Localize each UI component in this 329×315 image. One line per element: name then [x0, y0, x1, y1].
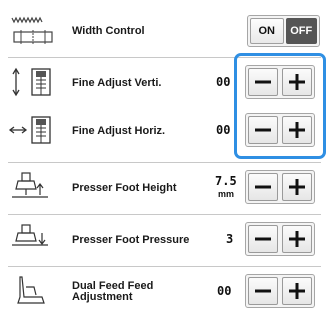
toggle-off-button[interactable]: OFF [285, 18, 317, 44]
presser-foot-height-row: Presser Foot Height 7.5 mm [0, 165, 329, 209]
presser-foot-height-stepper [245, 170, 315, 204]
presser-foot-pressure-value: 3 [226, 232, 234, 246]
width-control-row: Width Control ON OFF [0, 8, 329, 52]
minus-icon [255, 185, 271, 189]
width-control-toggle[interactable]: ON OFF [247, 15, 320, 47]
presser-foot-height-value: 7.5 [215, 174, 237, 188]
increase-button[interactable] [282, 277, 312, 305]
presser-foot-height-icon [12, 172, 48, 198]
presser-foot-height-label: Presser Foot Height [72, 182, 177, 194]
fine-adjust-horizontal-label: Fine Adjust Horiz. [72, 125, 166, 137]
presser-foot-pressure-row: Presser Foot Pressure 3 [0, 217, 329, 261]
dual-feed-label-line2: Adjustment [72, 291, 133, 303]
minus-icon [255, 289, 271, 293]
width-control-icon [11, 16, 53, 44]
fine-adjust-highlight [234, 53, 326, 159]
increase-button[interactable] [282, 173, 312, 201]
presser-foot-pressure-label: Presser Foot Pressure [72, 234, 190, 246]
toggle-on-button[interactable]: ON [250, 18, 284, 44]
minus-icon [255, 237, 271, 241]
dual-feed-value: 00 [217, 284, 232, 298]
plus-icon [289, 231, 305, 247]
decrease-button[interactable] [248, 277, 278, 305]
presser-foot-height-unit: mm [218, 189, 235, 199]
plus-icon [289, 283, 305, 299]
fine-adjust-vertical-label: Fine Adjust Verti. [72, 77, 162, 89]
presser-foot-pressure-stepper [245, 222, 315, 256]
plus-icon [289, 179, 305, 195]
dual-feed-foot-icon [17, 276, 45, 304]
divider [8, 162, 321, 163]
increase-button[interactable] [282, 225, 312, 253]
decrease-button[interactable] [248, 173, 278, 201]
width-control-label: Width Control [72, 25, 145, 37]
presser-foot-pressure-icon [12, 224, 48, 246]
divider [8, 214, 321, 215]
fine-adjust-horizontal-value: 00 [216, 123, 231, 137]
vertical-adjust-icon [12, 67, 51, 97]
horizontal-adjust-icon [8, 116, 51, 144]
dual-feed-stepper [245, 274, 315, 308]
dual-feed-adjustment-row: Dual Feed Feed Adjustment 00 [0, 269, 329, 313]
fine-adjust-vertical-value: 00 [216, 75, 231, 89]
divider [8, 266, 321, 267]
decrease-button[interactable] [248, 225, 278, 253]
